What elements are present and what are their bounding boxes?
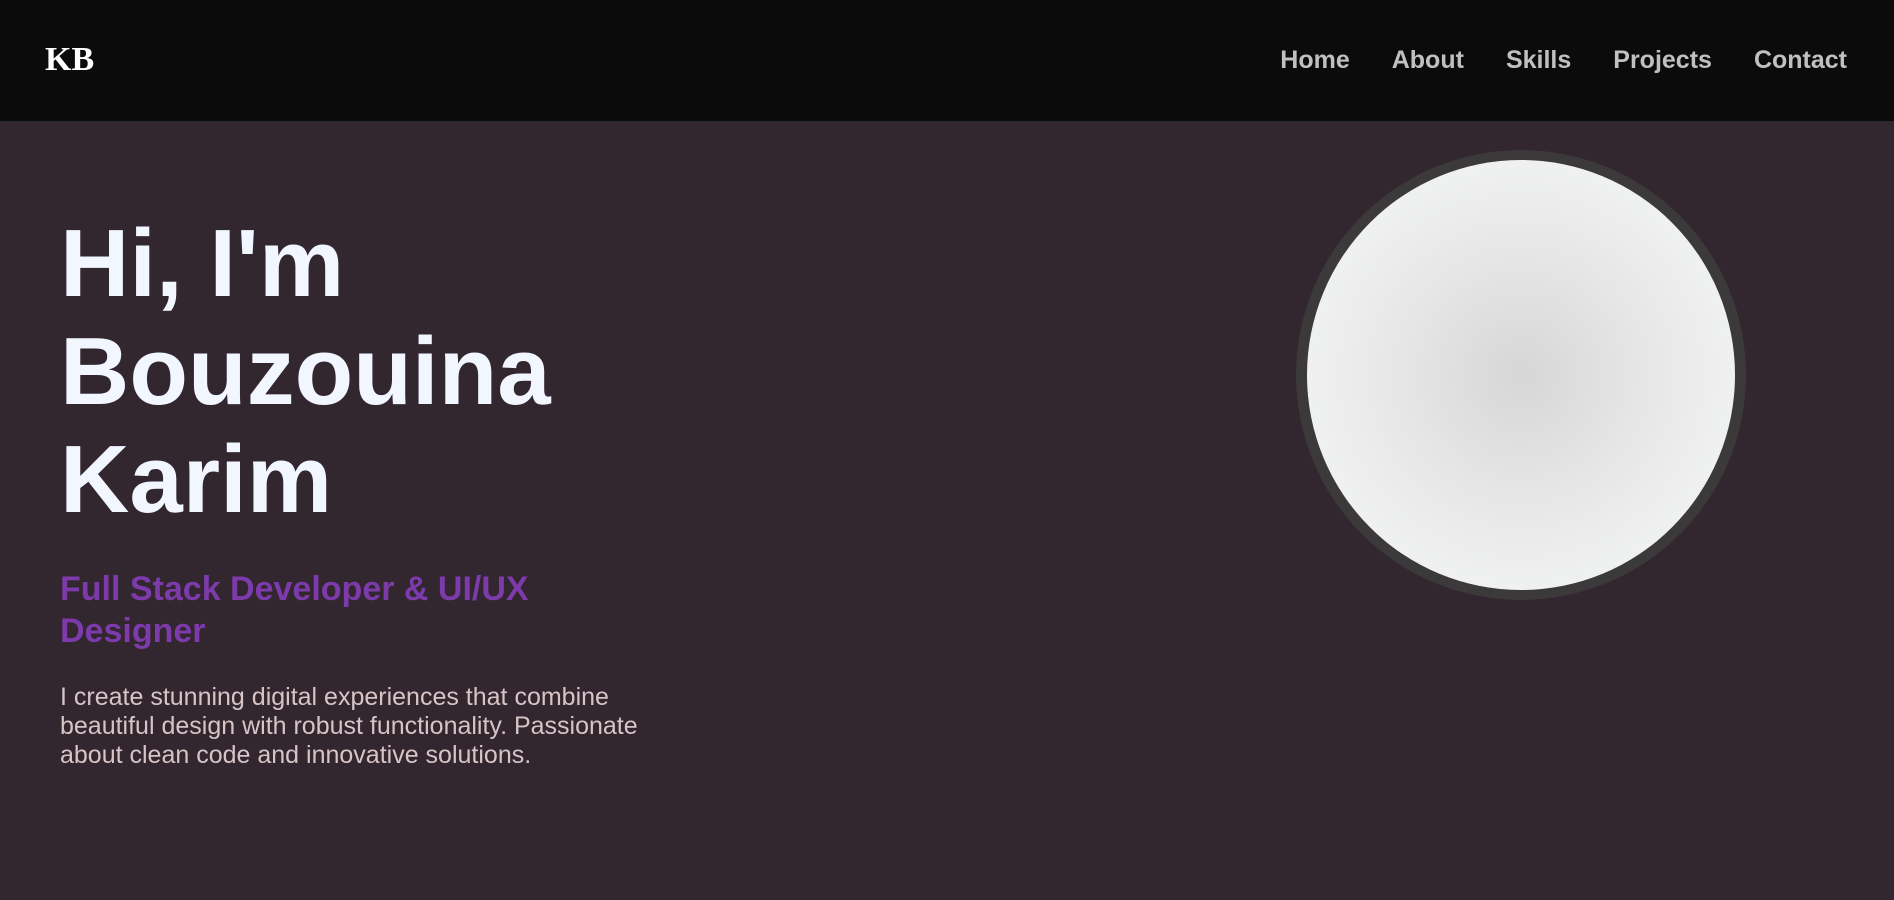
hero-title: Hi, I'm Bouzouina Karim [60, 210, 700, 534]
nav-link-contact[interactable]: Contact [1754, 44, 1847, 76]
hero-title-line: Karim [60, 426, 333, 533]
nav-links: Home About Skills Projects Contact [1280, 44, 1847, 76]
nav-link-about[interactable]: About [1392, 44, 1464, 76]
nav-link-projects[interactable]: Projects [1613, 44, 1712, 76]
hero-description: I create stunning digital experiences th… [60, 683, 638, 769]
nav-link-skills[interactable]: Skills [1506, 44, 1571, 76]
profile-image [1307, 160, 1735, 590]
hero-title-line: Bouzouina [60, 318, 551, 425]
hero-title-line: Hi, I'm [60, 210, 345, 317]
nav-link-home[interactable]: Home [1280, 44, 1349, 76]
profile-image-frame [1296, 150, 1746, 600]
navbar: KB Home About Skills Projects Contact [0, 0, 1894, 122]
hero-subtitle: Full Stack Developer & UI/UX Designer [60, 570, 529, 650]
logo[interactable]: KB [45, 40, 94, 80]
